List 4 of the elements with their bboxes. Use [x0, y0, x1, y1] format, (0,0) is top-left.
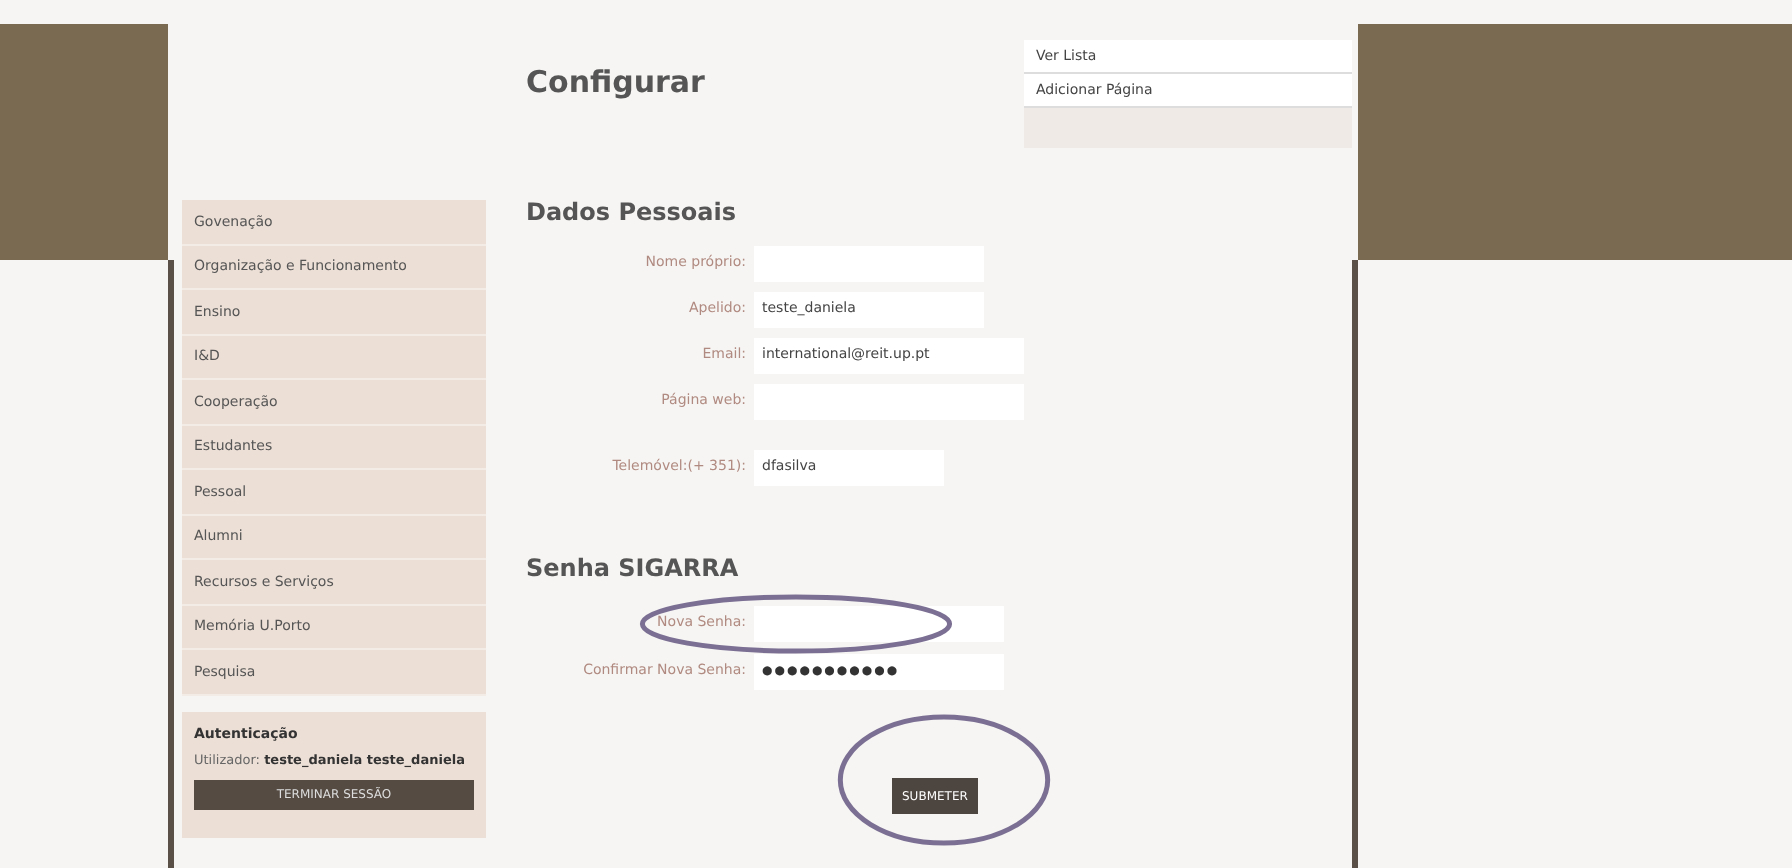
section-title: Senha SIGARRA — [526, 551, 741, 585]
password-field[interactable] — [754, 605, 1004, 641]
page-title: Configurar — [526, 62, 707, 104]
section-title: Dados Pessoais — [526, 195, 739, 229]
